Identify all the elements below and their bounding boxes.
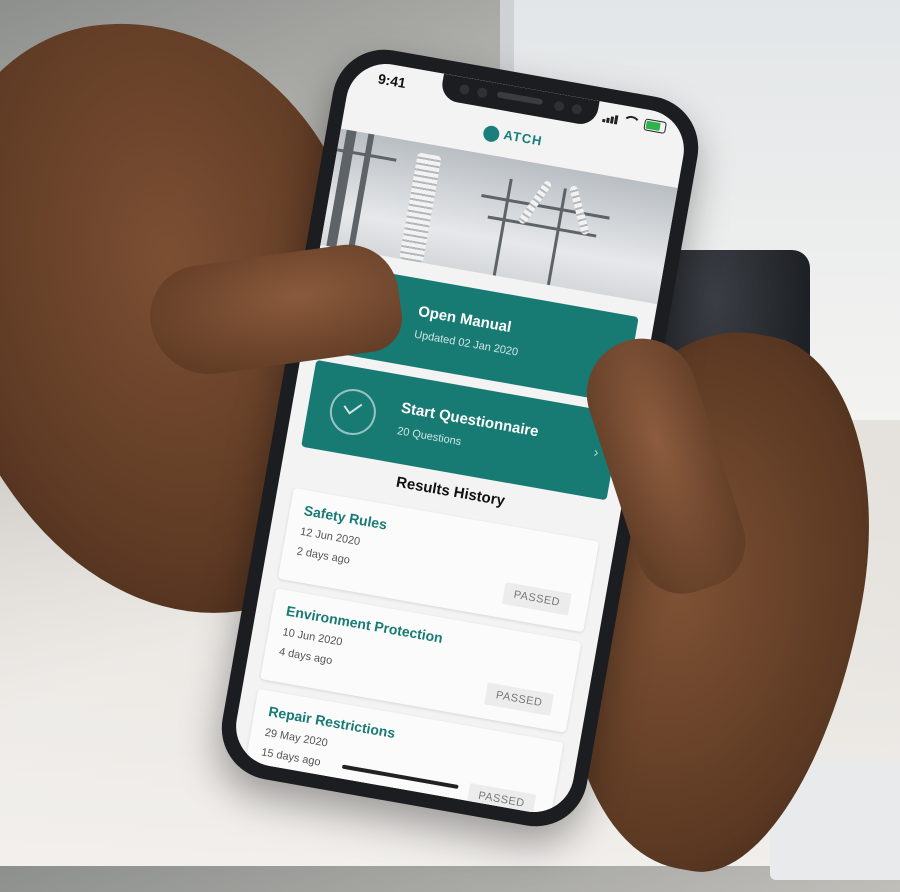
signal-icon [602, 112, 619, 125]
start-questionnaire-subtitle: 20 Questions [396, 425, 463, 449]
logo-text: ATCH [502, 127, 544, 149]
speaker-icon [496, 91, 544, 106]
battery-icon [643, 118, 667, 134]
sensor-icon [476, 86, 489, 99]
front-camera-icon [458, 83, 471, 96]
status-badge: PASSED [466, 783, 537, 817]
chevron-right-icon: › [592, 443, 601, 461]
pylon [481, 194, 610, 220]
wifi-icon [621, 114, 642, 130]
status-icons [602, 111, 667, 134]
result-date: 29 May 2020 [263, 726, 329, 750]
pylon [546, 188, 567, 286]
result-relative-time: 2 days ago [295, 545, 351, 567]
result-relative-time: 4 days ago [278, 645, 334, 668]
sensor-icon [571, 103, 583, 116]
result-date: 10 Jun 2020 [281, 626, 344, 649]
status-time: 9:41 [376, 70, 408, 92]
pylon [492, 178, 513, 276]
checkmark-circle-icon [326, 385, 380, 439]
insulator [399, 152, 442, 263]
logo-mark-icon [482, 124, 502, 143]
result-relative-time: 15 days ago [260, 746, 322, 769]
sensor-icon [553, 100, 565, 112]
notch [439, 73, 600, 127]
result-date: 12 Jun 2020 [299, 525, 361, 549]
status-badge: PASSED [502, 582, 572, 616]
status-badge: PASSED [484, 682, 554, 716]
